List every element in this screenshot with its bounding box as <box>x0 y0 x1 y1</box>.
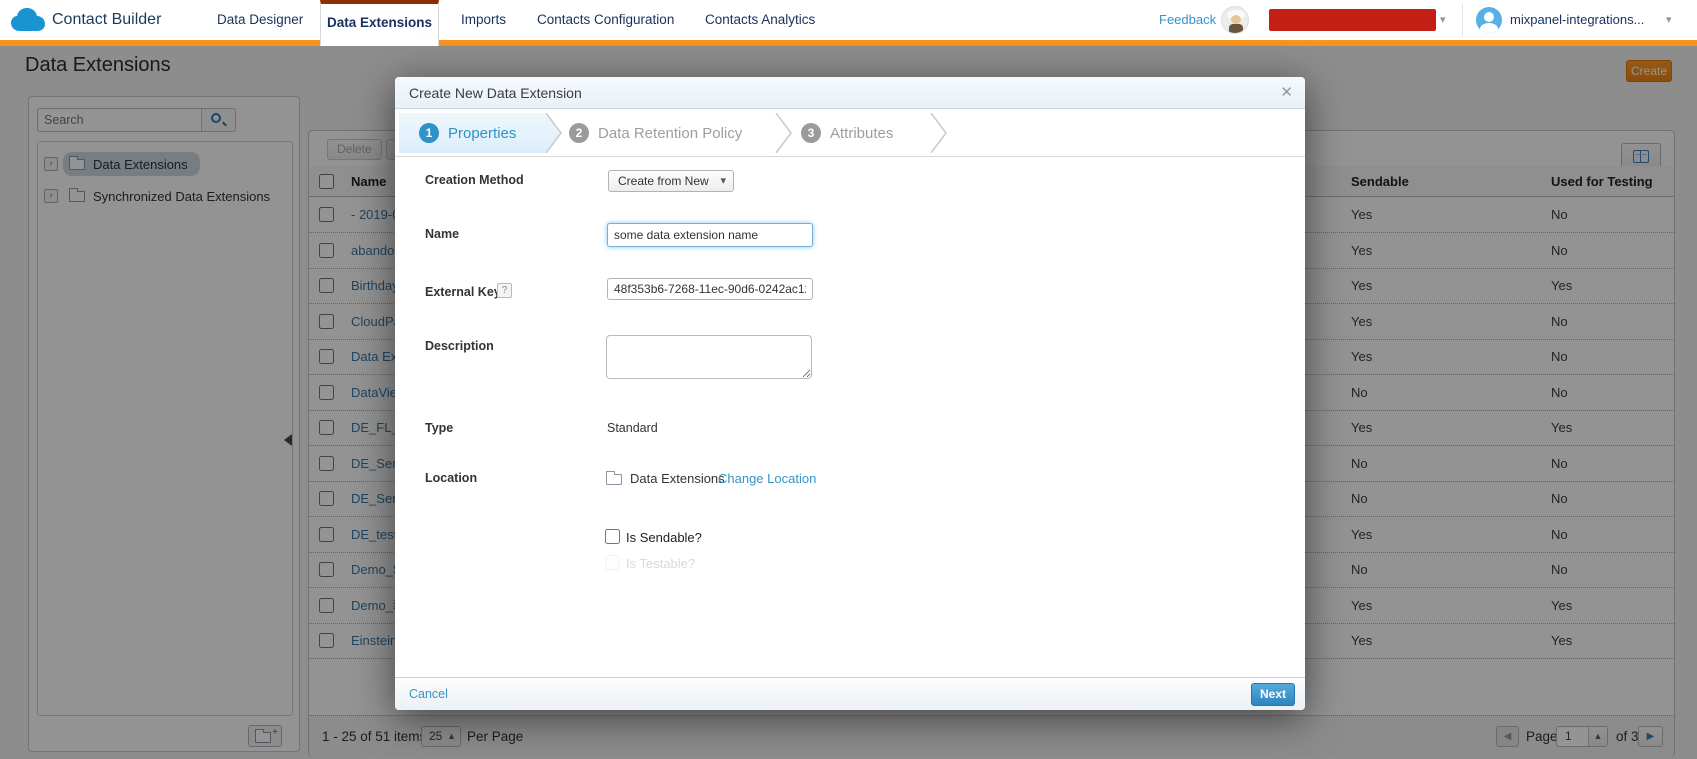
creation-method-dropdown[interactable]: Create from New ▾ <box>608 170 734 192</box>
next-button[interactable]: Next <box>1251 683 1295 706</box>
step-label: Data Retention Policy <box>598 125 742 142</box>
redacted-account-block[interactable] <box>1269 9 1436 31</box>
chevron-down-icon[interactable]: ▾ <box>1666 0 1672 40</box>
is-testable-checkbox <box>605 555 620 570</box>
location-value: Data Extensions <box>630 471 725 486</box>
nav-item-data-designer[interactable]: Data Designer <box>217 0 303 40</box>
step-separator <box>775 113 793 153</box>
user-icon[interactable] <box>1476 7 1502 33</box>
step-separator <box>930 113 948 153</box>
feedback-link[interactable]: Feedback <box>1159 0 1216 40</box>
cloud-icon <box>10 7 46 34</box>
app-title: Contact Builder <box>52 0 161 40</box>
help-icon[interactable]: ? <box>497 283 512 298</box>
close-icon[interactable]: ✕ <box>1280 77 1293 109</box>
external-key-input[interactable] <box>607 278 813 300</box>
is-sendable-checkbox[interactable] <box>605 529 620 544</box>
top-nav: Contact Builder Data Designer Imports Co… <box>0 0 1697 40</box>
cancel-link[interactable]: Cancel <box>409 678 448 711</box>
nav-item-contacts-analytics[interactable]: Contacts Analytics <box>705 0 815 40</box>
step-number-badge: 3 <box>801 123 821 143</box>
external-key-label: External Key <box>425 285 501 299</box>
app-window: Contact Builder Data Designer Imports Co… <box>0 0 1697 759</box>
nav-divider <box>1462 4 1463 36</box>
account-menu[interactable]: mixpanel-integrations... <box>1510 0 1644 40</box>
creation-method-value: Create from New <box>618 171 709 191</box>
step-1-properties[interactable]: 1 Properties <box>419 109 516 157</box>
is-sendable-label: Is Sendable? <box>626 530 702 545</box>
step-3-attributes[interactable]: 3 Attributes <box>801 109 893 157</box>
avatar-face <box>1231 15 1241 24</box>
name-label: Name <box>425 227 459 241</box>
location-label: Location <box>425 471 477 485</box>
step-separator <box>545 113 563 153</box>
modal-header: Create New Data Extension ✕ <box>395 77 1305 109</box>
modal-footer: Cancel Next <box>395 677 1305 710</box>
caret-down-icon: ▾ <box>720 171 726 191</box>
type-label: Type <box>425 421 453 435</box>
user-icon-body <box>1480 23 1498 33</box>
einstein-avatar[interactable] <box>1221 6 1249 34</box>
is-testable-label: Is Testable? <box>626 556 695 571</box>
step-label: Attributes <box>830 125 893 142</box>
user-icon-head <box>1484 12 1494 22</box>
create-data-extension-modal: Create New Data Extension ✕ 1 Properties… <box>395 77 1305 710</box>
nav-item-data-extensions-active[interactable]: Data Extensions <box>320 0 439 46</box>
step-number-badge: 1 <box>419 123 439 143</box>
nav-item-imports[interactable]: Imports <box>461 0 506 40</box>
creation-method-label: Creation Method <box>425 173 524 187</box>
wizard-steps: 1 Properties 2 Data Retention Policy 3 A… <box>395 109 1305 157</box>
name-input[interactable] <box>607 223 813 247</box>
description-textarea[interactable] <box>606 335 812 379</box>
step-label: Properties <box>448 125 516 142</box>
type-value: Standard <box>607 421 658 435</box>
chevron-down-icon[interactable]: ▾ <box>1440 0 1446 40</box>
step-2-data-retention-policy[interactable]: 2 Data Retention Policy <box>569 109 742 157</box>
description-label: Description <box>425 339 494 353</box>
folder-icon <box>606 474 622 485</box>
change-location-link[interactable]: Change Location <box>718 471 816 486</box>
avatar-suit <box>1229 24 1243 34</box>
nav-item-contacts-configuration[interactable]: Contacts Configuration <box>537 0 674 40</box>
modal-title: Create New Data Extension <box>409 77 582 109</box>
step-number-badge: 2 <box>569 123 589 143</box>
